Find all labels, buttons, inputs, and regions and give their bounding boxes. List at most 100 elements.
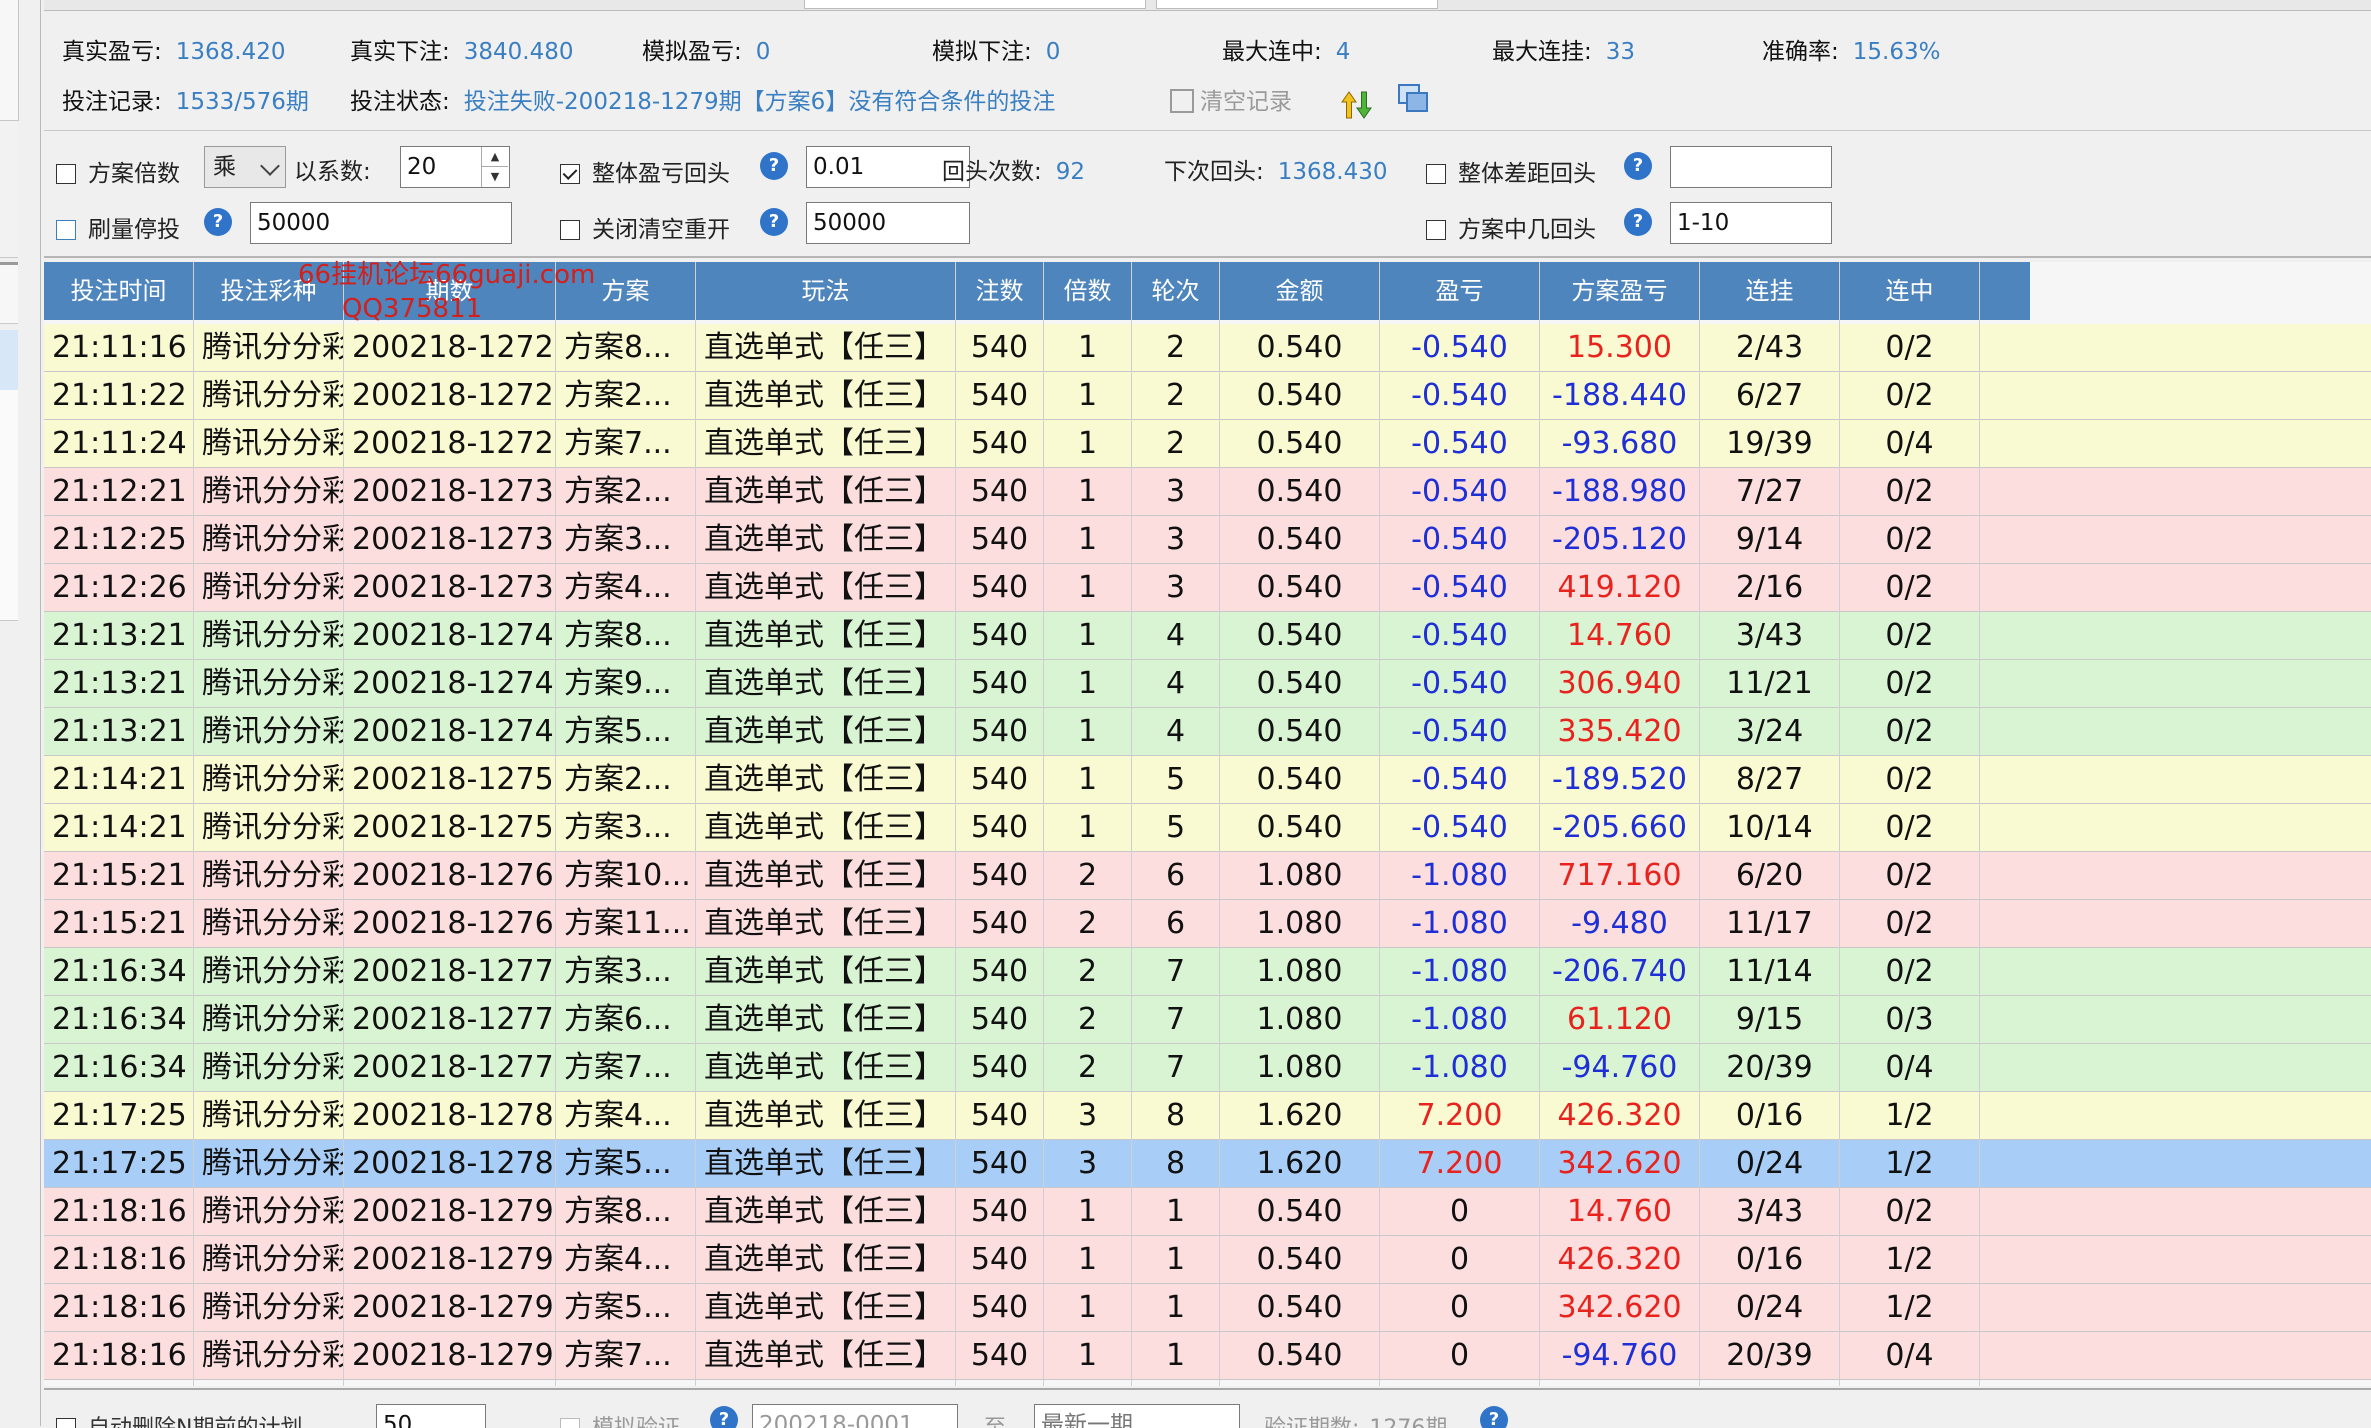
help-icon[interactable]: ? — [710, 1406, 738, 1428]
left-panel-item[interactable] — [0, 530, 18, 576]
cell-amount: 0.540 — [1220, 564, 1380, 611]
table-row[interactable]: 21:18:16 腾讯分分彩 200218-1279 方案7... 直选单式【任三】 54… — [44, 1332, 2371, 1380]
column-header-time[interactable]: 投注时间 — [44, 262, 194, 320]
table-row-selected[interactable]: 21:17:25 腾讯分分彩 200218-1278 方案5... 直选单式【任三】 54… — [44, 1140, 2371, 1188]
column-header-play[interactable]: 玩法 — [696, 262, 956, 320]
column-header-round[interactable]: 轮次 — [1132, 262, 1220, 320]
cell-plan: 方案10... — [556, 852, 696, 899]
stepper-down-icon[interactable]: ▼ — [482, 167, 508, 186]
left-panel-item[interactable] — [0, 575, 18, 621]
bet-records-table[interactable]: 投注时间 投注彩种 期数 方案 玩法 注数 倍数 轮次 金额 盈亏 方案盈亏 连挂 连中 21:11:1… — [44, 260, 2371, 1386]
stat-value: 1368.420 — [175, 39, 286, 65]
clear-records-button[interactable]: 清空记录 — [1170, 82, 1292, 116]
cell-period: 200218-1273 — [344, 516, 556, 563]
table-row[interactable]: 21:14:21 腾讯分分彩 200218-1275 方案2... 直选单式【任三】 54… — [44, 756, 2371, 804]
checkbox-box[interactable] — [56, 164, 76, 184]
help-icon[interactable]: ? — [1624, 208, 1652, 236]
sim-verify-end-input[interactable]: 最新一期 — [1034, 1404, 1240, 1428]
checkbox-box[interactable] — [1426, 164, 1446, 184]
table-row[interactable]: 21:15:21 腾讯分分彩 200218-1276 方案10... 直选单式【任三】 5… — [44, 852, 2371, 900]
cell-period: 200218-1279 — [344, 1188, 556, 1235]
plan-multiplier-checkbox[interactable]: 方案倍数 — [56, 154, 180, 188]
cell-plan-profit: 15.300 — [1540, 324, 1700, 371]
checkbox-label: 自动删除N期前的计划 — [88, 1416, 302, 1428]
help-icon[interactable]: ? — [1480, 1406, 1508, 1428]
table-row[interactable]: 21:17:25 腾讯分分彩 200218-1278 方案4... 直选单式【任三】 54… — [44, 1092, 2371, 1140]
checkbox-box[interactable] — [560, 164, 580, 184]
grid-column-line — [1839, 262, 1840, 1386]
tab[interactable] — [804, 0, 1146, 9]
table-row[interactable]: 21:16:34 腾讯分分彩 200218-1277 方案6... 直选单式【任三】 54… — [44, 996, 2371, 1044]
help-icon[interactable]: ? — [760, 208, 788, 236]
sim-verify-checkbox[interactable]: 模拟验证 — [560, 1410, 680, 1428]
stat-label: 最大连中: — [1222, 39, 1322, 65]
table-row[interactable]: 21:11:16 腾讯分分彩 200218-1272 方案8... 直选单式【任三】 54… — [44, 324, 2371, 372]
table-row[interactable]: 21:12:21 腾讯分分彩 200218-1273 方案2... 直选单式【任三】 54… — [44, 468, 2371, 516]
cell-win-streak: 0/3 — [1840, 996, 1980, 1043]
overall-gap-revert-checkbox[interactable]: 整体差距回头 — [1426, 154, 1596, 188]
column-header-plan-profit[interactable]: 方案盈亏 — [1540, 262, 1700, 320]
checkbox-box[interactable] — [56, 1418, 76, 1428]
multiply-select[interactable]: 乘 — [204, 146, 286, 188]
column-header-lose-streak[interactable]: 连挂 — [1700, 262, 1840, 320]
close-clear-checkbox[interactable]: 关闭清空重开 — [560, 210, 730, 244]
table-row[interactable]: 21:18:16 腾讯分分彩 200218-1279 方案8... 直选单式【任三】 54… — [44, 1188, 2371, 1236]
checkbox-box[interactable] — [560, 1418, 580, 1428]
table-row[interactable]: 21:16:34 腾讯分分彩 200218-1277 方案3... 直选单式【任三】 54… — [44, 948, 2371, 996]
help-icon[interactable]: ? — [204, 208, 232, 236]
auto-delete-checkbox[interactable]: 自动删除N期前的计划 — [56, 1410, 302, 1428]
stat-label: 投注状态: — [350, 89, 450, 115]
sim-verify-start-input[interactable]: 200218-0001 — [752, 1404, 958, 1428]
table-row[interactable]: 21:13:21 腾讯分分彩 200218-1274 方案5... 直选单式【任三】 54… — [44, 708, 2371, 756]
column-header-amount[interactable]: 金额 — [1220, 262, 1380, 320]
table-row[interactable]: 21:14:21 腾讯分分彩 200218-1275 方案3... 直选单式【任三】 54… — [44, 804, 2371, 852]
stop-bet-checkbox[interactable]: 刷量停投 — [56, 210, 180, 244]
table-row[interactable]: 21:12:26 腾讯分分彩 200218-1273 方案4... 直选单式【任三】 54… — [44, 564, 2371, 612]
plan-hit-revert-input[interactable]: 1-10 — [1670, 202, 1832, 244]
cell-win-streak: 0/2 — [1840, 948, 1980, 995]
table-row[interactable]: 21:18:16 腾讯分分彩 200218-1279 方案4... 直选单式【任三】 54… — [44, 1236, 2371, 1284]
stepper-up-icon[interactable]: ▲ — [482, 147, 508, 167]
left-panel-item[interactable] — [0, 485, 18, 531]
overall-gap-revert-input[interactable] — [1670, 146, 1832, 188]
checkbox-box[interactable] — [560, 220, 580, 240]
copy-window-icon[interactable] — [1396, 82, 1430, 116]
help-icon[interactable]: ? — [760, 152, 788, 180]
overall-profit-revert-checkbox[interactable]: 整体盈亏回头 — [560, 154, 730, 188]
auto-delete-input[interactable]: 50 — [376, 1404, 486, 1428]
column-header-count[interactable]: 注数 — [956, 262, 1044, 320]
coef-stepper[interactable]: ▲ ▼ — [481, 147, 508, 187]
table-row[interactable]: 21:13:21 腾讯分分彩 200218-1274 方案8... 直选单式【任三】 54… — [44, 612, 2371, 660]
cell-round: 3 — [1132, 468, 1220, 515]
help-icon[interactable]: ? — [1624, 152, 1652, 180]
sort-arrows-icon[interactable] — [1340, 88, 1374, 122]
column-header-win-streak[interactable]: 连中 — [1840, 262, 1980, 320]
checkbox-box[interactable] — [1426, 220, 1446, 240]
cell-round: 1 — [1132, 1332, 1220, 1379]
checkbox-box[interactable] — [56, 220, 76, 240]
stop-bet-input[interactable]: 50000 — [250, 202, 512, 244]
tab[interactable] — [1156, 0, 1438, 9]
table-row[interactable]: 21:11:24 腾讯分分彩 200218-1272 方案7... 直选单式【任三】 54… — [44, 420, 2371, 468]
stat-sim-bet: 模拟下注: 0 — [932, 32, 1060, 66]
left-panel-item[interactable] — [0, 440, 18, 486]
cell-count: 540 — [956, 1044, 1044, 1091]
table-row[interactable]: 21:11:22 腾讯分分彩 200218-1272 方案2... 直选单式【任三】 54… — [44, 372, 2371, 420]
column-header-profit[interactable]: 盈亏 — [1380, 262, 1540, 320]
table-row[interactable]: 21:15:21 腾讯分分彩 200218-1276 方案11... 直选单式【任三】 5… — [44, 900, 2371, 948]
table-row[interactable]: 21:18:16 腾讯分分彩 200218-1279 方案5... 直选单式【任三】 54… — [44, 1284, 2371, 1332]
column-header-multiple[interactable]: 倍数 — [1044, 262, 1132, 320]
table-row[interactable]: 21:13:21 腾讯分分彩 200218-1274 方案9... 直选单式【任三】 54… — [44, 660, 2371, 708]
coef-input[interactable]: 20 ▲ ▼ — [400, 146, 510, 188]
left-panel-selected-item[interactable] — [0, 330, 18, 391]
left-panel-item[interactable] — [0, 390, 18, 441]
table-row[interactable]: 21:12:25 腾讯分分彩 200218-1273 方案3... 直选单式【任三】 54… — [44, 516, 2371, 564]
close-clear-input[interactable]: 50000 — [806, 202, 970, 244]
cell-plan: 方案4... — [556, 1092, 696, 1139]
plan-hit-revert-checkbox[interactable]: 方案中几回头 — [1426, 210, 1596, 244]
table-row[interactable]: 21:16:34 腾讯分分彩 200218-1277 方案7... 直选单式【任三】 54… — [44, 1044, 2371, 1092]
cell-win-streak: 0/2 — [1840, 900, 1980, 947]
cell-win-streak: 1/2 — [1840, 1284, 1980, 1331]
cell-round: 5 — [1132, 804, 1220, 851]
cell-count: 540 — [956, 468, 1044, 515]
